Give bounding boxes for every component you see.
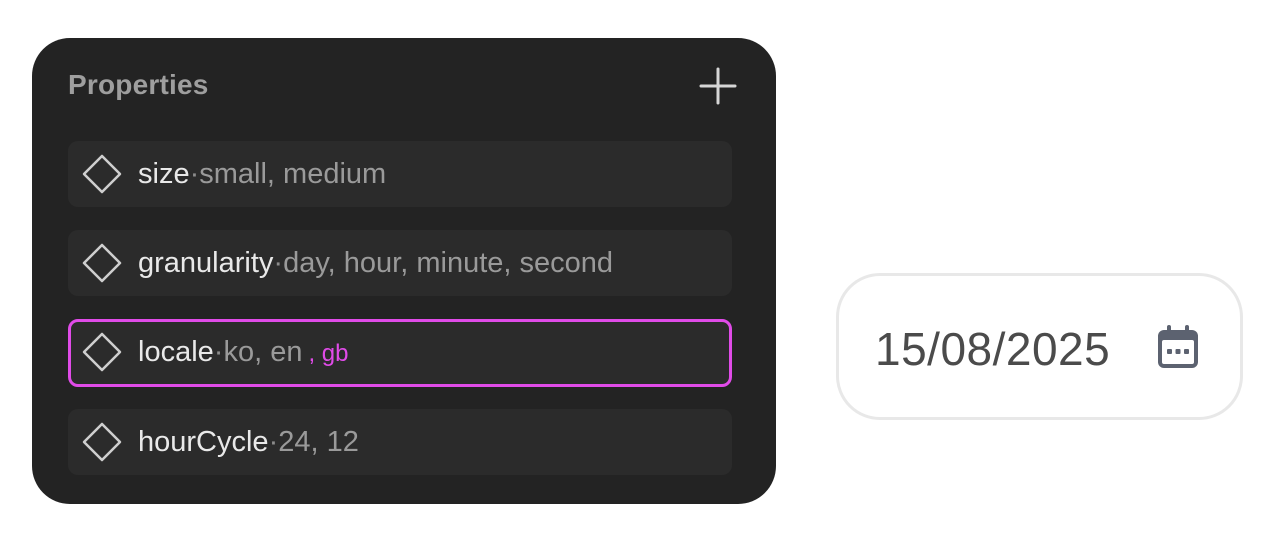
date-input[interactable]: 15/08/2025: [836, 273, 1243, 420]
property-values: small, medium: [199, 158, 387, 190]
property-label: granularity·day, hour, minute, second: [138, 230, 613, 296]
properties-panel: Properties size·small, medium granularit…: [32, 38, 776, 504]
property-name: size: [138, 158, 190, 190]
calendar-icon: [1158, 325, 1198, 368]
property-label: size·small, medium: [138, 141, 386, 207]
property-name: hourCycle: [138, 426, 269, 458]
property-separator: ·: [189, 158, 200, 190]
add-property-button[interactable]: [696, 64, 740, 108]
diamond-icon: [82, 243, 122, 283]
plus-icon: [699, 67, 737, 105]
property-values: 24, 12: [278, 426, 359, 458]
property-separator: ·: [213, 336, 224, 368]
property-item-locale[interactable]: locale·ko, en, gb: [68, 319, 732, 387]
property-label: locale·ko, en, gb: [138, 319, 348, 385]
property-item-size[interactable]: size·small, medium: [68, 141, 732, 207]
diamond-icon: [82, 154, 122, 194]
property-name: locale: [138, 336, 214, 368]
property-name: granularity: [138, 247, 274, 279]
property-values: ko, en: [223, 336, 303, 368]
property-item-granularity[interactable]: granularity·day, hour, minute, second: [68, 230, 732, 296]
diamond-icon: [82, 422, 122, 462]
property-label: hourCycle·24, 12: [138, 409, 359, 475]
property-separator: ·: [268, 426, 279, 458]
property-item-hourcycle[interactable]: hourCycle·24, 12: [68, 409, 732, 475]
panel-title: Properties: [68, 69, 209, 100]
calendar-button[interactable]: [1155, 323, 1201, 371]
diamond-icon: [82, 332, 122, 372]
property-values: day, hour, minute, second: [283, 247, 614, 279]
property-separator: ·: [273, 247, 284, 279]
date-value[interactable]: 15/08/2025: [875, 276, 1110, 417]
property-added-value: , gb: [308, 340, 349, 367]
